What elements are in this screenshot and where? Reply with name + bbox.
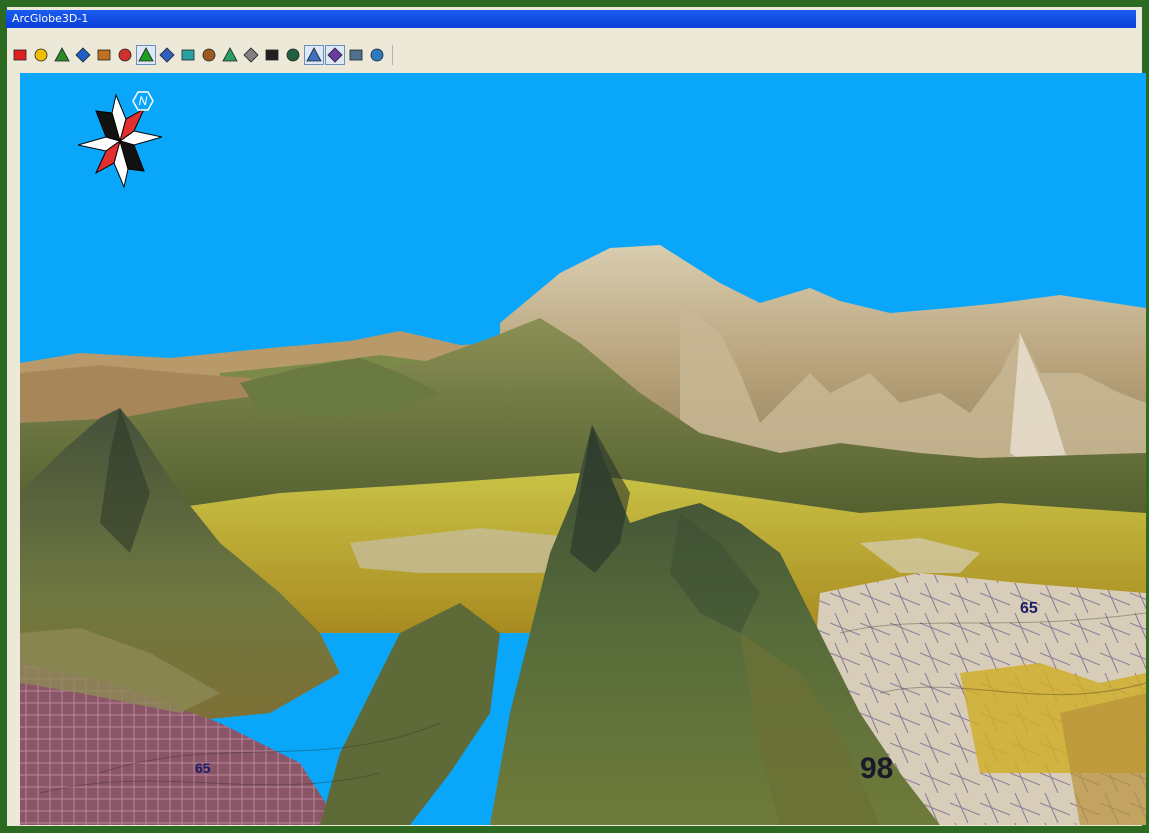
exaggeration-icon	[222, 47, 238, 62]
window-titlebar[interactable]: ArcGlobe3D-1	[6, 10, 1140, 28]
toolbar-separator	[392, 45, 393, 65]
fly-icon	[327, 47, 343, 63]
observer-icon	[265, 49, 279, 61]
layer-properties-icon	[54, 47, 70, 62]
zoom-to-target-tool-button[interactable]	[346, 45, 366, 65]
identify-icon	[181, 49, 195, 61]
north-indicator-label: N	[139, 94, 148, 108]
remove-layer-icon	[118, 48, 132, 62]
select-feature-tool-button[interactable]	[136, 45, 156, 65]
map-label: 65	[1020, 600, 1038, 617]
zoom-to-target-icon	[349, 49, 363, 61]
select-feature-icon	[138, 47, 154, 62]
globe-viewport[interactable]: 65 98 65 N	[20, 73, 1146, 825]
full-extent-icon	[243, 47, 259, 63]
add-data-icon	[97, 49, 111, 61]
terrain-scene[interactable]: 65 98 65	[20, 73, 1146, 825]
map-label: 65	[195, 760, 211, 776]
clear-selection-tool-button[interactable]	[157, 45, 177, 65]
window-title: ArcGlobe3D-1	[12, 12, 89, 25]
elevation-tool-button[interactable]	[199, 45, 219, 65]
globe-icon	[370, 48, 384, 62]
clear-selection-icon	[159, 47, 175, 63]
globe-toolbar	[10, 43, 1140, 67]
north-indicator-icon: N	[132, 91, 154, 111]
add-layer-yellow-tool-button[interactable]	[31, 45, 51, 65]
observer-tool-button[interactable]	[262, 45, 282, 65]
fly-tool-button[interactable]	[325, 45, 345, 65]
full-extent-tool-button[interactable]	[241, 45, 261, 65]
navigate-tool-button[interactable]	[304, 45, 324, 65]
add-layer-yellow-icon	[34, 48, 48, 62]
layer-properties-tool-button[interactable]	[52, 45, 72, 65]
navigate-icon	[306, 47, 322, 62]
exaggeration-tool-button[interactable]	[220, 45, 240, 65]
hud-icon	[75, 47, 91, 63]
add-layer-red-tool-button[interactable]	[10, 45, 30, 65]
globe-tool-button[interactable]	[367, 45, 387, 65]
map-label: 98	[860, 752, 893, 785]
add-data-tool-button[interactable]	[94, 45, 114, 65]
remove-layer-tool-button[interactable]	[115, 45, 135, 65]
elevation-icon	[202, 48, 216, 62]
target-tool-button[interactable]	[283, 45, 303, 65]
hud-tool-button[interactable]	[73, 45, 93, 65]
target-icon	[286, 48, 300, 62]
add-layer-red-icon	[13, 49, 27, 61]
identify-tool-button[interactable]	[178, 45, 198, 65]
